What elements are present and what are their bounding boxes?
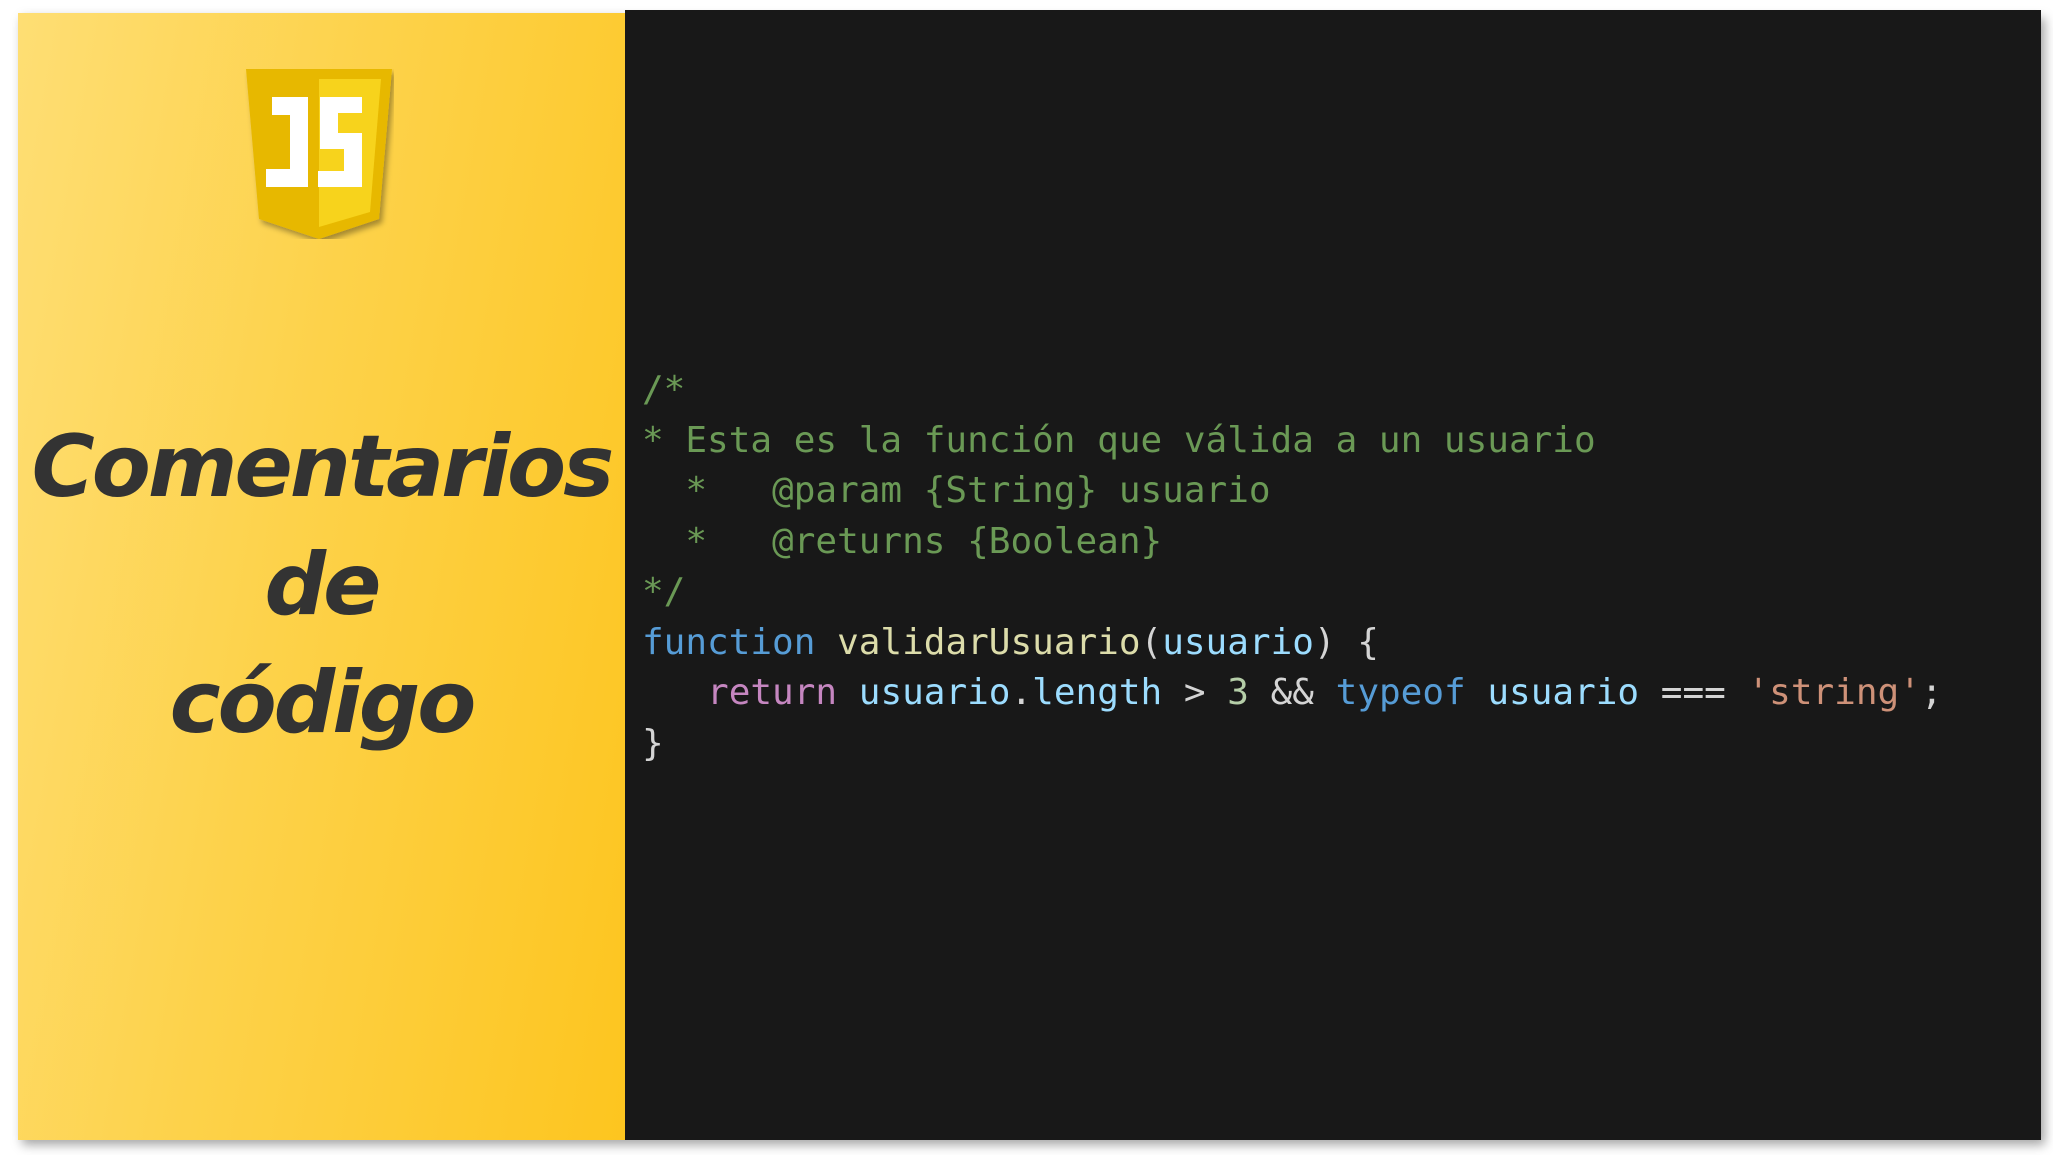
page-title: Comentarios de código bbox=[18, 408, 625, 762]
function-param: usuario bbox=[1162, 621, 1314, 663]
dot-operator: . bbox=[1010, 672, 1033, 713]
code-line-2: * Esta es la función que válida a un usu… bbox=[642, 419, 1596, 461]
code-line-5: */ bbox=[642, 571, 686, 612]
open-paren: ( bbox=[1140, 621, 1163, 663]
string-literal: 'string' bbox=[1747, 672, 1921, 713]
length-property: length bbox=[1032, 672, 1163, 713]
slide: Comentarios de código /* * Esta es la fun… bbox=[18, 10, 2041, 1140]
title-line-2: de bbox=[264, 535, 382, 635]
code-line-3: * @param {String} usuario bbox=[642, 470, 1271, 511]
title-panel: Comentarios de código bbox=[18, 13, 625, 1140]
javascript-shield-icon bbox=[246, 69, 392, 239]
number-literal: 3 bbox=[1227, 672, 1249, 713]
function-keyword: function bbox=[642, 621, 816, 663]
function-name: validarUsuario bbox=[837, 621, 1141, 663]
typeof-keyword: typeof bbox=[1335, 672, 1466, 713]
close-paren-brace: ) { bbox=[1313, 621, 1379, 663]
title-line-1: Comentarios bbox=[31, 417, 615, 517]
code-line-7: return usuario.length > 3 && typeof usua… bbox=[642, 668, 1943, 719]
code-panel: /* * Esta es la función que válida a un u… bbox=[625, 10, 2041, 1140]
variable-usuario: usuario bbox=[858, 672, 1011, 713]
strict-equal-operator: === bbox=[1639, 672, 1748, 713]
code-line-1: /* bbox=[642, 369, 686, 410]
and-operator: && bbox=[1248, 672, 1336, 713]
variable-usuario-2: usuario bbox=[1487, 672, 1640, 713]
code-line-4: * @returns {Boolean} bbox=[642, 520, 1163, 562]
return-keyword: return bbox=[707, 672, 838, 713]
title-line-3: código bbox=[169, 653, 477, 753]
code-line-8: } bbox=[642, 722, 664, 764]
code-line-6: function validarUsuario(usuario) { bbox=[642, 618, 1943, 669]
greater-than-operator: > bbox=[1162, 672, 1228, 713]
code-block: /* * Esta es la función que válida a un u… bbox=[642, 365, 1943, 769]
semicolon: ; bbox=[1920, 672, 1943, 713]
